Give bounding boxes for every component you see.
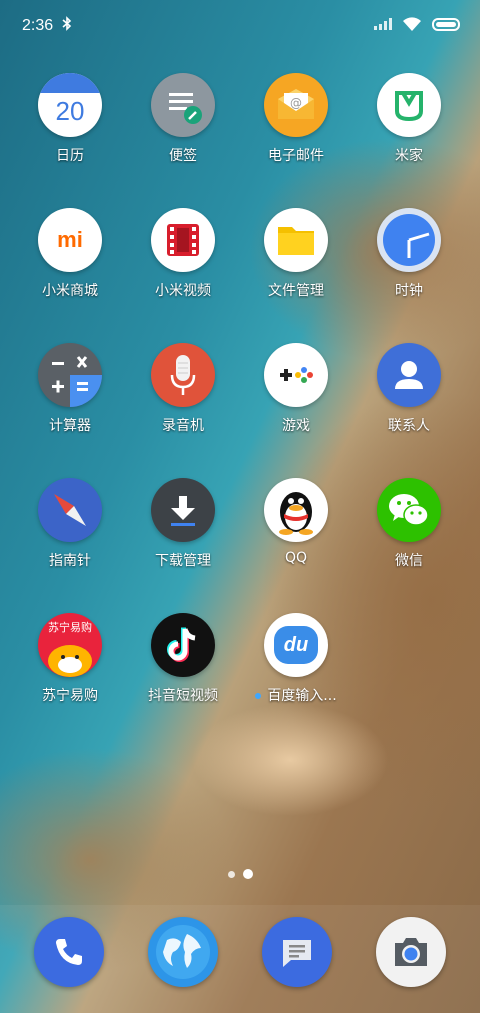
app-mijia[interactable]: 米家 [354,73,464,165]
app-label: 抖音短视频 [148,688,218,704]
home-screen: 2:36 20 日历 便签 @ 电子邮件 米家 mi 小米商城 小米视频 文件管… [0,0,480,1013]
baidu-input-icon: du [264,613,328,677]
app-label: 时钟 [395,283,423,299]
app-label: 日历 [56,148,84,164]
app-label: 游戏 [282,418,310,434]
app-notes[interactable]: 便签 [128,73,238,165]
bluetooth-icon [62,16,72,35]
app-calculator[interactable]: 计算器 [15,343,125,435]
app-douyin[interactable]: 抖音短视频 [128,613,238,705]
app-label: 小米商城 [42,283,98,299]
wechat-icon [377,478,441,542]
globe-icon[interactable] [148,917,218,987]
baidu-logo: du [283,633,309,656]
app-label: QQ [284,550,308,566]
svg-text:@: @ [290,96,302,110]
clock-icon [377,208,441,272]
camera-icon[interactable] [376,917,446,987]
app-baidu-input[interactable]: du 百度输入... [241,613,351,705]
microphone-icon [151,343,215,407]
app-label-text: 百度输入... [267,688,337,704]
app-calendar[interactable]: 20 日历 [15,73,125,165]
qq-penguin-icon [264,478,328,542]
app-label: 电子邮件 [268,148,324,164]
tiktok-icon [151,613,215,677]
calendar-icon: 20 [38,73,102,137]
email-icon: @ [264,73,328,137]
dock [0,905,480,1013]
app-clock[interactable]: 时钟 [354,208,464,300]
app-email[interactable]: @ 电子邮件 [241,73,351,165]
app-label: 录音机 [162,418,204,434]
mi-store-icon: mi [38,208,102,272]
page-dot-1[interactable] [228,870,235,878]
app-mi-video[interactable]: 小米视频 [128,208,238,300]
calculator-icon [38,343,102,407]
download-icon [151,478,215,542]
page-indicator [228,869,253,879]
app-mi-store[interactable]: mi 小米商城 [15,208,125,300]
app-label: 微信 [395,553,423,569]
status-bar: 2:36 [0,0,480,52]
app-label: 米家 [395,148,423,164]
suning-icon: 苏宁易购 [38,613,102,677]
mijia-icon [377,73,441,137]
app-label: 小米视频 [155,283,211,299]
app-files[interactable]: 文件管理 [241,208,351,300]
app-games[interactable]: 游戏 [241,343,351,435]
signal-icon [374,18,392,30]
app-compass[interactable]: 指南针 [15,478,125,570]
app-label: 百度输入... [241,685,351,705]
app-qq[interactable]: QQ [241,478,351,566]
phone-icon[interactable] [34,917,104,987]
battery-icon [432,17,460,31]
compass-icon [38,478,102,542]
video-icon [151,208,215,272]
message-icon[interactable] [262,917,332,987]
contacts-icon [377,343,441,407]
app-recorder[interactable]: 录音机 [128,343,238,435]
app-label: 计算器 [49,418,91,434]
mi-logo: mi [57,227,83,252]
app-label: 便签 [169,148,197,164]
page-dot-2-active[interactable] [243,869,253,879]
app-contacts[interactable]: 联系人 [354,343,464,435]
folder-icon [264,208,328,272]
app-label: 苏宁易购 [42,688,98,704]
new-badge-dot [255,693,262,699]
status-time: 2:36 [22,17,54,34]
wifi-icon [402,17,422,31]
app-label: 下载管理 [155,553,211,569]
gamepad-icon [264,343,328,407]
app-label: 联系人 [388,418,430,434]
app-suning[interactable]: 苏宁易购 苏宁易购 [15,613,125,705]
app-wechat[interactable]: 微信 [354,478,464,570]
app-downloads[interactable]: 下载管理 [128,478,238,570]
notes-icon [151,73,215,137]
app-label: 指南针 [49,553,91,569]
app-label: 文件管理 [268,283,324,299]
calendar-date: 20 [55,95,85,126]
